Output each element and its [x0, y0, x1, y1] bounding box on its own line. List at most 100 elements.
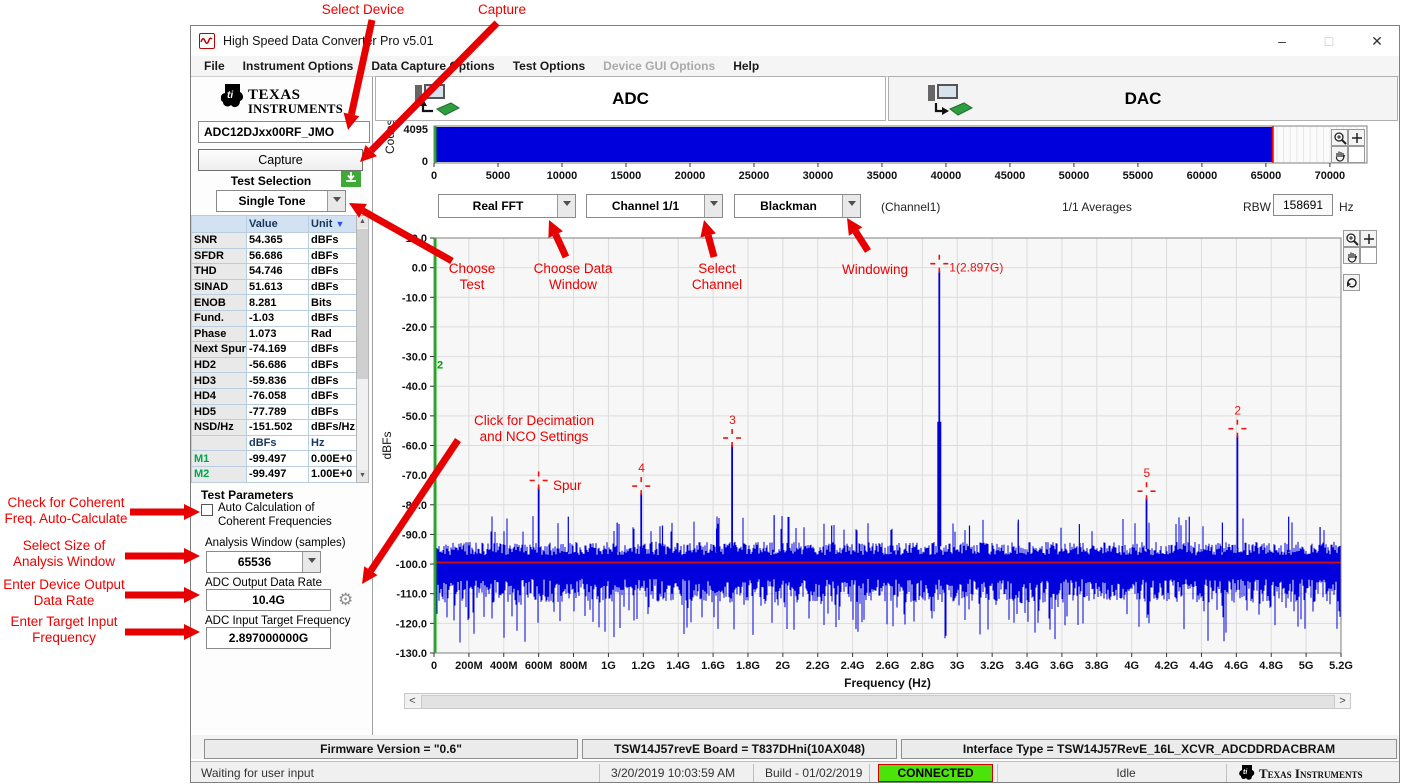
refresh-scale-icon[interactable]	[1343, 274, 1360, 291]
metrics-scrollbar[interactable]: ▲ ▼	[356, 215, 369, 483]
fft-horizontal-scrollbar[interactable]: < >	[404, 693, 1351, 709]
status-message: Waiting for user input	[201, 766, 314, 780]
tab-dac-label: DAC	[1125, 89, 1162, 109]
data-rate-input[interactable]: 10.4G	[206, 589, 331, 611]
status-build: Build - 01/02/2019	[765, 766, 862, 780]
metric-name: Fund.	[192, 310, 247, 326]
window-chevron-icon[interactable]	[842, 195, 860, 217]
menu-file[interactable]: File	[195, 59, 234, 73]
metrics-header-blank[interactable]	[192, 216, 247, 233]
status-bar: Waiting for user input 3/20/2019 10:03:5…	[191, 761, 1399, 782]
metric-value: -56.686	[247, 357, 309, 373]
analysis-window-chevron-icon[interactable]	[302, 552, 320, 572]
metric-value: 56.686	[247, 248, 309, 264]
pan-tool-icon[interactable]	[1331, 146, 1348, 163]
adc-capture-icon	[414, 82, 460, 118]
annotation-coherent: Check for Coherent Freq. Auto-Calculate	[4, 495, 127, 527]
rbw-value[interactable]: 158691	[1273, 194, 1333, 216]
screen: 0500010000150002000025000300003500040000…	[0, 0, 1401, 784]
capture-button[interactable]: Capture	[198, 149, 363, 171]
tab-dac[interactable]: DAC	[888, 76, 1398, 121]
svg-text:-80.0: -80.0	[402, 500, 427, 512]
metric-value: 54.746	[247, 264, 309, 280]
pan-tool-icon[interactable]	[1343, 247, 1360, 264]
svg-text:4.6G: 4.6G	[1224, 660, 1248, 672]
channel-combo[interactable]: Channel 1/1	[586, 194, 723, 218]
nco-settings-gear-icon[interactable]: ⚙	[338, 590, 353, 610]
metric-row: SNR54.365dBFs	[192, 233, 368, 249]
tab-adc[interactable]: ADC	[375, 76, 886, 121]
test-selection-chevron-icon[interactable]	[327, 191, 345, 211]
svg-text:3.8G: 3.8G	[1085, 660, 1109, 672]
channel-note: (Channel1)	[881, 200, 940, 214]
metric-row: HD4-76.058dBFs	[192, 388, 368, 404]
svg-text:0: 0	[422, 156, 428, 168]
svg-text:-110.0: -110.0	[396, 589, 427, 601]
scroll-up-icon[interactable]: ▲	[357, 216, 368, 228]
svg-text:200M: 200M	[455, 660, 483, 672]
fft-chart-tools	[1343, 230, 1377, 264]
svg-text:800M: 800M	[560, 660, 588, 672]
close-button[interactable]: ✕	[1361, 29, 1393, 53]
metric-value: -151.502	[247, 420, 309, 436]
metric-name: NSD/Hz	[192, 420, 247, 436]
status-datetime: 3/20/2019 10:03:59 AM	[611, 766, 735, 780]
fft-type-combo[interactable]: Real FFT	[438, 194, 576, 218]
test-selection-combo[interactable]: Single Tone	[216, 190, 346, 212]
svg-text:2.8G: 2.8G	[910, 660, 934, 672]
target-freq-input[interactable]: 2.897000000G	[206, 627, 331, 649]
fft-type-chevron-icon[interactable]	[557, 195, 575, 217]
scrollbar-thumb[interactable]	[357, 229, 368, 379]
svg-text:1(2.897G): 1(2.897G)	[949, 261, 1003, 275]
scroll-right-icon[interactable]: >	[1335, 694, 1350, 708]
channel-chevron-icon[interactable]	[704, 195, 722, 217]
title-bar: High Speed Data Converter Pro v5.01 – □ …	[191, 26, 1399, 56]
metric-row: Next Spur-74.169dBFs	[192, 342, 368, 358]
menu-test-options[interactable]: Test Options	[504, 59, 594, 73]
analysis-window-label: Analysis Window (samples)	[205, 537, 346, 549]
hscroll-thumb[interactable]	[421, 695, 1335, 709]
annotation-select-device: Select Device	[322, 2, 405, 18]
metric-value: -59.836	[247, 373, 309, 389]
crosshair-tool-icon[interactable]	[1360, 230, 1377, 247]
svg-text:20000: 20000	[675, 170, 706, 182]
svg-text:40000: 40000	[931, 170, 962, 182]
svg-text:-10.0: -10.0	[402, 292, 427, 304]
svg-text:-20.0: -20.0	[402, 322, 427, 334]
annotation-select-channel: Select Channel	[692, 261, 742, 293]
svg-text:5G: 5G	[1299, 660, 1314, 672]
board-box: TSW14J57revE Board = T837DHni(10AX048)	[582, 739, 897, 759]
capture-chart-tools	[1331, 129, 1365, 163]
unit-header-label: Unit	[311, 218, 332, 230]
analysis-window-combo[interactable]: 65536	[206, 551, 321, 573]
menu-data-capture-options[interactable]: Data Capture Options	[362, 59, 503, 73]
crosshair-tool-icon[interactable]	[1348, 129, 1365, 146]
svg-text:1.8G: 1.8G	[736, 660, 760, 672]
scroll-left-icon[interactable]: <	[405, 694, 420, 708]
menu-device-gui-options: Device GUI Options	[594, 59, 724, 73]
zoom-tool-icon[interactable]	[1343, 230, 1360, 247]
svg-text:60000: 60000	[1187, 170, 1218, 182]
scroll-down-icon[interactable]: ▼	[357, 470, 368, 482]
window-combo[interactable]: Blackman	[734, 194, 861, 218]
maximize-button[interactable]: □	[1313, 29, 1345, 53]
svg-text:2.4G: 2.4G	[841, 660, 865, 672]
capture-chart: 0500010000150002000025000300003500040000…	[383, 119, 1367, 182]
svg-text:4: 4	[638, 461, 645, 475]
device-select[interactable]: ADC12DJxx00RF_JMO	[198, 121, 370, 143]
menu-help[interactable]: Help	[724, 59, 768, 73]
zoom-tool-icon[interactable]	[1331, 129, 1348, 146]
metric-row: HD2-56.686dBFs	[192, 357, 368, 373]
svg-text:1G: 1G	[601, 660, 616, 672]
metrics-header-value[interactable]: Value	[247, 216, 309, 233]
sort-descending-icon[interactable]: ▼	[335, 219, 344, 229]
menu-instrument-options[interactable]: Instrument Options	[234, 59, 363, 73]
ti-logo-icon: ti	[221, 83, 245, 113]
annotation-choose-test: Choose Test	[449, 261, 496, 293]
minimize-button[interactable]: –	[1266, 29, 1298, 53]
svg-text:-60.0: -60.0	[402, 441, 427, 453]
svg-text:45000: 45000	[995, 170, 1026, 182]
metric-name: HD5	[192, 404, 247, 420]
auto-calc-checkbox[interactable]	[201, 504, 213, 516]
annotation-choose-data-window: Choose Data Window	[534, 261, 613, 293]
